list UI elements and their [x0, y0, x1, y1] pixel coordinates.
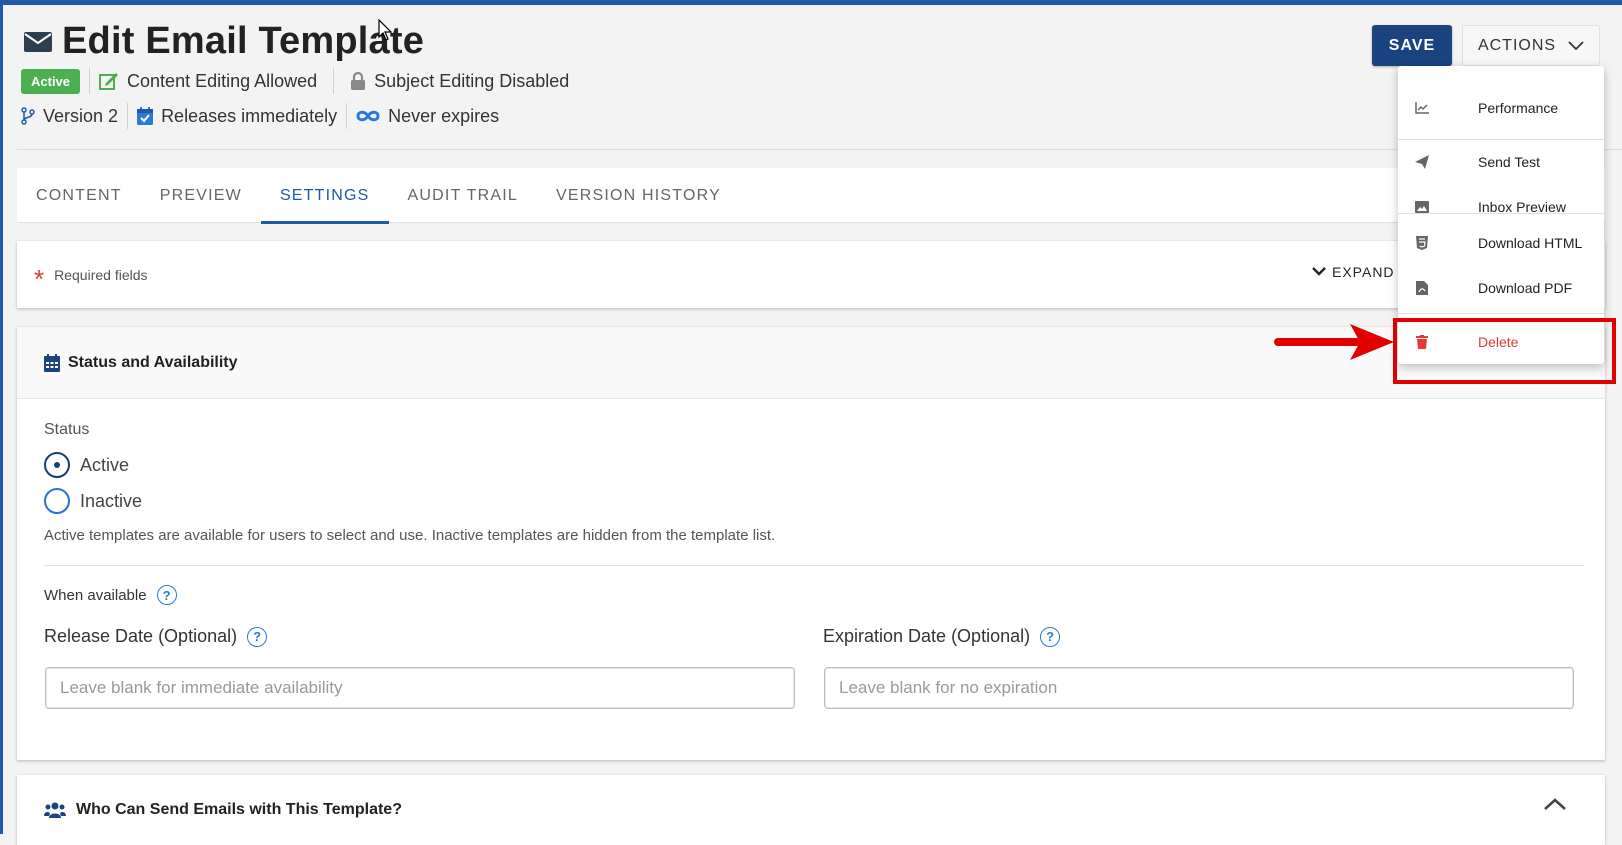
tab-bar: CONTENT PREVIEW SETTINGS AUDIT TRAIL VER…: [17, 168, 1605, 224]
menu-item-label: Send Test: [1478, 154, 1541, 170]
menu-item-label: Download HTML: [1478, 235, 1583, 251]
tab-label: AUDIT TRAIL: [407, 186, 518, 204]
content-editing-label: Content Editing Allowed: [127, 70, 318, 91]
tab-settings[interactable]: SETTINGS: [260, 168, 389, 224]
calendar-check-icon: [137, 107, 154, 125]
menu-item-label: Download PDF: [1478, 280, 1573, 296]
chevron-down-icon: [1312, 267, 1326, 276]
status-help-text: Active templates are available for users…: [44, 527, 776, 544]
meta-row-status: Active Content Editing Allowed Subject E…: [21, 68, 569, 94]
radio-inactive[interactable]: Inactive: [44, 488, 142, 514]
who-can-send-section[interactable]: Who Can Send Emails with This Template?: [17, 775, 1605, 845]
section-title: Who Can Send Emails with This Template?: [76, 801, 402, 818]
actions-button-label: ACTIONS: [1477, 36, 1557, 54]
page-header: Edit Email Template: [24, 20, 424, 63]
content-editing-info: Content Editing Allowed: [99, 71, 317, 92]
release-label: Releases immediately: [161, 105, 338, 126]
meta-row-version: Version 2 Releases immediately Never exp…: [21, 103, 499, 129]
save-button[interactable]: SAVE: [1372, 25, 1452, 66]
page-title: Edit Email Template: [62, 20, 425, 62]
radio-active[interactable]: Active: [44, 452, 129, 478]
menu-item-inbox-preview[interactable]: Inbox Preview: [1398, 187, 1604, 227]
meta-divider: [89, 68, 91, 94]
meta-divider: [346, 103, 348, 129]
required-fields-label: Required fields: [54, 266, 148, 283]
tab-audit-trail[interactable]: AUDIT TRAIL: [389, 168, 537, 223]
tab-version-history[interactable]: VERSION HISTORY: [537, 168, 740, 223]
envelope-icon: [24, 31, 52, 52]
tab-label: SETTINGS: [279, 186, 370, 204]
version-label: Version 2: [43, 105, 119, 126]
version-info: Version 2: [21, 106, 118, 127]
section-title: Status and Availability: [68, 353, 238, 371]
actions-button[interactable]: ACTIONS: [1462, 25, 1600, 66]
header-divider: [17, 149, 1622, 150]
left-accent-bar: [0, 0, 3, 834]
menu-divider: [1398, 139, 1604, 140]
subject-editing-label: Subject Editing Disabled: [374, 70, 570, 91]
release-date-label: Release Date (Optional) ?: [44, 626, 268, 647]
help-icon[interactable]: ?: [156, 585, 177, 605]
release-date-label-text: Release Date (Optional): [44, 626, 238, 646]
annotation-arrow-icon: [1274, 324, 1394, 360]
help-icon[interactable]: ?: [1040, 626, 1061, 647]
chart-line-icon: [1414, 100, 1430, 116]
when-available-heading: When available ?: [44, 585, 177, 605]
menu-item-performance[interactable]: Performance: [1398, 88, 1604, 128]
paper-plane-icon: [1414, 154, 1430, 170]
chevron-down-icon: [1568, 40, 1584, 50]
release-info: Releases immediately: [137, 106, 337, 127]
meta-divider: [333, 68, 335, 94]
mouse-cursor-icon: [378, 19, 392, 41]
menu-item-download-html[interactable]: Download HTML: [1398, 223, 1604, 263]
status-availability-section: Status and Availability Status Active In…: [17, 327, 1605, 760]
required-asterisk-icon: *: [34, 263, 45, 294]
expiration-date-input[interactable]: [824, 667, 1574, 709]
menu-divider: [1398, 313, 1604, 314]
top-accent-bar: [0, 0, 1622, 5]
html5-icon: [1414, 235, 1430, 251]
radio-button[interactable]: [44, 488, 70, 514]
chevron-up-icon[interactable]: [1543, 797, 1567, 811]
users-icon: [44, 802, 66, 818]
status-badge: Active: [21, 68, 81, 94]
annotation-highlight-box: [1393, 318, 1616, 384]
radio-label: Active: [80, 454, 130, 475]
required-fields-bar: * Required fields EXPAND AL: [17, 241, 1605, 308]
help-icon[interactable]: ?: [247, 626, 268, 647]
edit-icon: [99, 73, 119, 90]
expiry-label: Never expires: [388, 105, 500, 126]
tab-label: PREVIEW: [159, 186, 242, 204]
tab-label: CONTENT: [36, 186, 122, 204]
subject-editing-info: Subject Editing Disabled: [350, 71, 569, 92]
calendar-icon: [44, 353, 60, 372]
status-label: Status: [44, 421, 90, 438]
infinity-icon: [356, 110, 380, 122]
expiration-date-label: Expiration Date (Optional) ?: [823, 626, 1061, 647]
expiry-info: Never expires: [356, 106, 499, 127]
tab-content[interactable]: CONTENT: [17, 168, 141, 223]
radio-button[interactable]: [44, 452, 70, 478]
pdf-file-icon: [1414, 280, 1430, 296]
section-divider: [44, 565, 1584, 566]
menu-divider: [1398, 213, 1604, 214]
menu-item-download-pdf[interactable]: Download PDF: [1398, 268, 1604, 308]
radio-label: Inactive: [80, 490, 143, 511]
tab-label: VERSION HISTORY: [555, 186, 721, 204]
menu-item-send-test[interactable]: Send Test: [1398, 142, 1604, 182]
when-available-label: When available: [44, 586, 147, 604]
tab-preview[interactable]: PREVIEW: [141, 168, 261, 223]
meta-divider: [127, 103, 129, 129]
expiration-date-label-text: Expiration Date (Optional): [823, 626, 1031, 646]
release-date-input[interactable]: [45, 667, 795, 709]
lock-icon: [351, 72, 366, 90]
menu-item-label: Performance: [1478, 100, 1559, 116]
code-branch-icon: [21, 107, 35, 125]
